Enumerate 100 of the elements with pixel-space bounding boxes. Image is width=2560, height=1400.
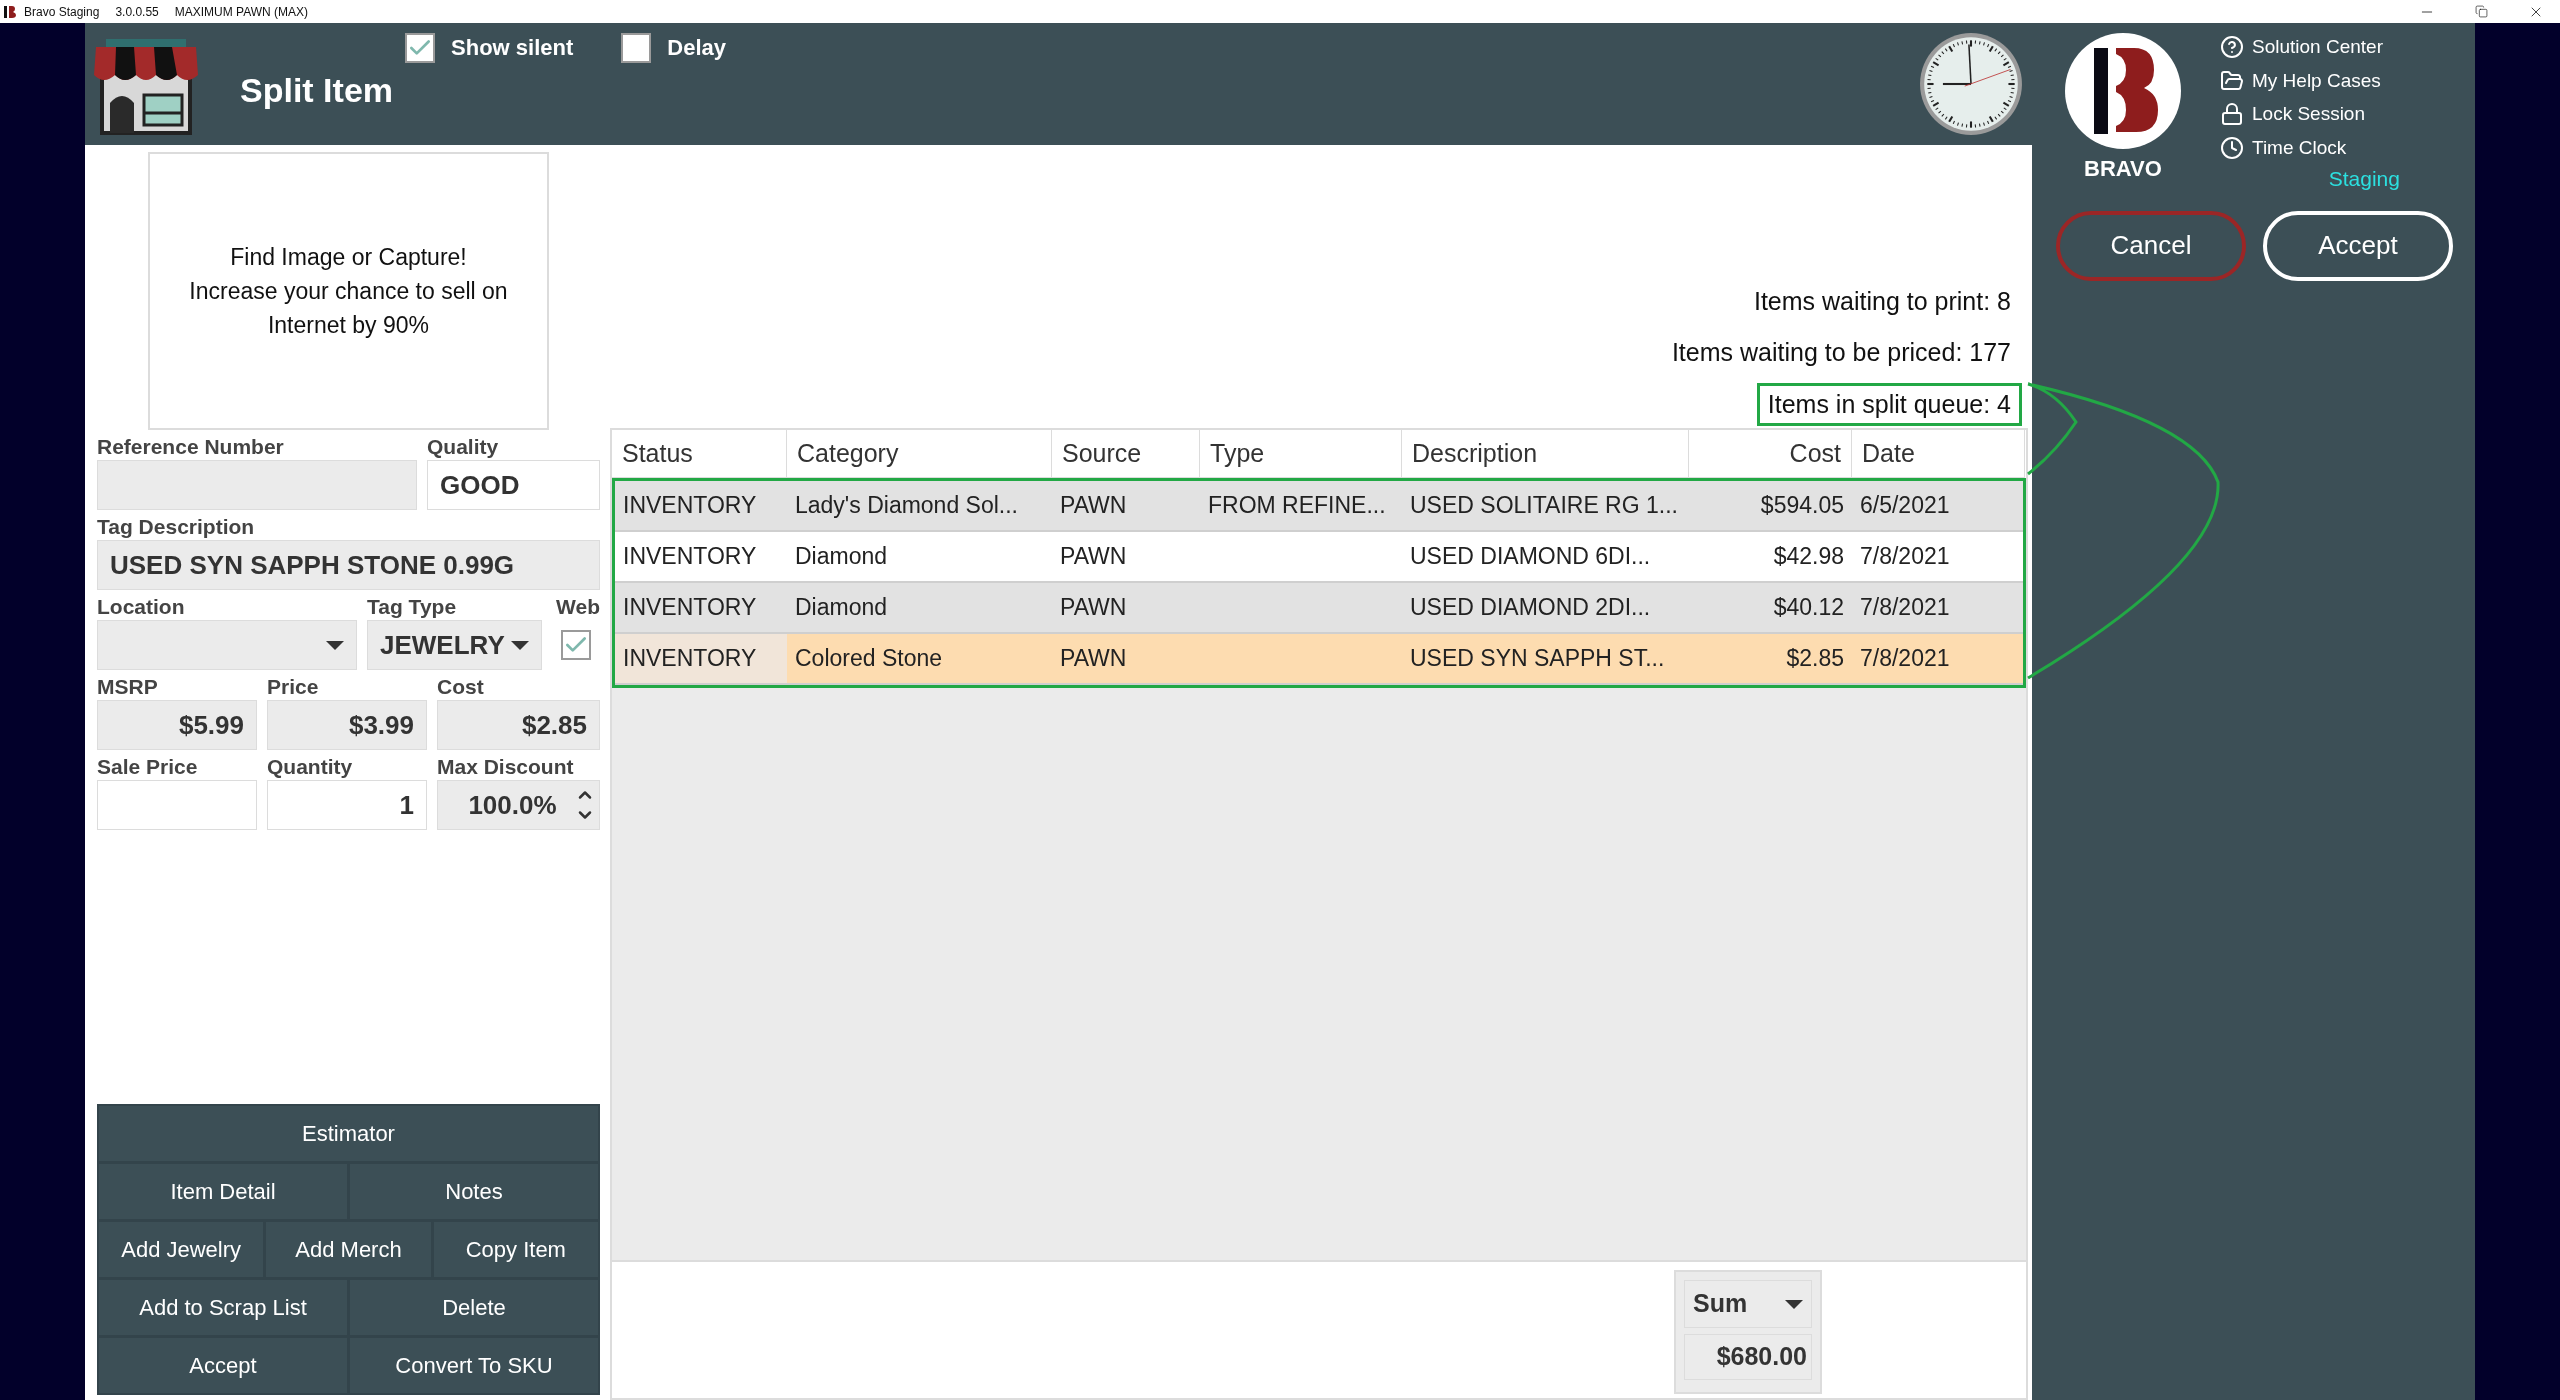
input-field[interactable]: GOOD bbox=[427, 460, 600, 510]
toggle-checkbox[interactable] bbox=[405, 32, 436, 63]
table-cell-text: Lady's Diamond Sol... bbox=[794, 491, 1019, 521]
column-header[interactable]: Type bbox=[1200, 430, 1402, 478]
table-cell-text: Colored Stone bbox=[794, 644, 944, 674]
field-label: Quality bbox=[427, 434, 500, 460]
restore-icon[interactable] bbox=[2475, 5, 2488, 18]
column-header[interactable]: Description bbox=[1402, 430, 1689, 478]
action-button[interactable]: Add Merch bbox=[266, 1222, 431, 1277]
column-header[interactable]: Status bbox=[612, 430, 787, 478]
field-label: Reference Number bbox=[97, 434, 285, 460]
help-link[interactable]: Time Clock bbox=[2220, 133, 2383, 162]
accept-button[interactable]: Accept bbox=[2263, 210, 2453, 281]
input-field[interactable] bbox=[97, 780, 257, 830]
page-title: Split Item bbox=[240, 70, 394, 111]
action-button[interactable]: Notes bbox=[350, 1164, 598, 1219]
action-button[interactable]: Delete bbox=[350, 1280, 598, 1335]
action-button[interactable]: Add to Scrap List bbox=[99, 1280, 347, 1335]
company-name: MAXIMUM PAWN (MAX) bbox=[174, 3, 309, 21]
table-cell-text: PAWN bbox=[1059, 593, 1128, 623]
table-cell-text: Diamond bbox=[794, 593, 889, 623]
caret-icon bbox=[326, 640, 344, 650]
action-button[interactable]: Estimator bbox=[99, 1106, 598, 1161]
field-label: Quantity bbox=[267, 754, 354, 780]
field-label: Location bbox=[97, 594, 186, 620]
action-button[interactable]: Add Jewelry bbox=[99, 1222, 264, 1277]
environment-label: Staging bbox=[2328, 166, 2400, 192]
help-link[interactable]: Solution Center bbox=[2220, 33, 2383, 62]
action-button[interactable]: Copy Item bbox=[433, 1222, 598, 1277]
field-label: MSRP bbox=[97, 674, 159, 700]
table-cell-text: FROM REFINE... bbox=[1207, 491, 1387, 521]
table-row[interactable]: INVENTORY Diamond PAWN USED DIAMOND 2DI... $40.12 7/8/2021 bbox=[615, 583, 2023, 634]
table-cell-text: $594.05 bbox=[1759, 491, 1845, 521]
table-cell-text: Diamond bbox=[794, 542, 889, 572]
column-header[interactable]: Source bbox=[1052, 430, 1200, 478]
action-button[interactable]: Convert To SKU bbox=[350, 1338, 598, 1393]
queue-counter: Items in split queue: 4 bbox=[1756, 382, 2022, 426]
table-row[interactable]: INVENTORY Colored Stone PAWN USED SYN SAPPH ST... $2.85 7/8/2021 bbox=[615, 634, 2023, 685]
table-cell-text: USED SYN SAPPH ST... bbox=[1409, 644, 1666, 674]
help-icon bbox=[2220, 35, 2244, 60]
app-name: Bravo Staging bbox=[24, 3, 100, 21]
app-icon bbox=[4, 4, 16, 19]
input-field[interactable]: $5.99 bbox=[97, 700, 257, 750]
clock-icon bbox=[1919, 32, 2023, 136]
image-placeholder[interactable]: Find Image or Capture! Increase your chance to sell on Internet by 90% bbox=[148, 152, 549, 430]
action-button[interactable]: Accept bbox=[99, 1338, 347, 1393]
table-cell: INVENTORY bbox=[615, 634, 787, 683]
dropdown-field[interactable]: JEWELRY bbox=[367, 620, 542, 670]
column-header[interactable]: Date bbox=[1852, 430, 2025, 478]
dropdown-field[interactable] bbox=[97, 620, 357, 670]
table-cell-text: PAWN bbox=[1059, 644, 1128, 674]
input-field[interactable]: 1 bbox=[267, 780, 427, 830]
action-button[interactable]: Item Detail bbox=[99, 1164, 347, 1219]
spinner-field[interactable]: 100.0% bbox=[437, 780, 600, 830]
brand-name: BRAVO bbox=[2084, 155, 2162, 183]
toggle-checkbox[interactable] bbox=[621, 32, 652, 63]
table-cell-text: 7/8/2021 bbox=[1859, 644, 1951, 674]
table-cell-text: PAWN bbox=[1059, 542, 1128, 572]
toggle-label: Show silent bbox=[451, 34, 574, 62]
table-cell-text: PAWN bbox=[1059, 491, 1128, 521]
summary-value: $680.00 bbox=[1684, 1334, 1812, 1380]
summary-dropdown[interactable]: Sum bbox=[1684, 1280, 1812, 1328]
table-row[interactable]: INVENTORY Diamond PAWN USED DIAMOND 6DI... $42.98 7/8/2021 bbox=[615, 532, 2023, 583]
table-cell-text: $2.85 bbox=[1785, 644, 1845, 674]
column-header[interactable]: Category bbox=[787, 430, 1052, 478]
help-link[interactable]: My Help Cases bbox=[2220, 66, 2383, 95]
field-label: Price bbox=[267, 674, 320, 700]
input-field[interactable]: $2.85 bbox=[437, 700, 600, 750]
input-field[interactable]: USED SYN SAPPH STONE 0.99G bbox=[97, 540, 600, 590]
table-cell-text: USED DIAMOND 2DI... bbox=[1409, 593, 1652, 623]
field-label: Cost bbox=[437, 674, 485, 700]
app-version: 3.0.0.55 bbox=[115, 3, 159, 21]
table-row[interactable]: INVENTORY Lady's Diamond Sol... PAWN FROM REFINE... USED SOLITAIRE RG 1... $594.05 6/5/2021 bbox=[615, 481, 2023, 532]
store-icon bbox=[92, 39, 200, 135]
field-label: Tag Description bbox=[97, 514, 256, 540]
help-link[interactable]: Lock Session bbox=[2220, 100, 2383, 129]
caret-icon bbox=[511, 640, 529, 650]
field-label: Web bbox=[555, 594, 600, 620]
table-cell-text: 7/8/2021 bbox=[1859, 593, 1951, 623]
column-header[interactable]: Cost bbox=[1689, 430, 1852, 478]
table-cell-text: INVENTORY bbox=[622, 491, 758, 521]
field-label: Sale Price bbox=[97, 754, 199, 780]
caret-icon bbox=[1785, 1299, 1803, 1309]
web-checkbox[interactable] bbox=[561, 630, 591, 660]
toggle-label: Delay bbox=[667, 34, 726, 62]
table-cell-text: $42.98 bbox=[1772, 542, 1845, 572]
table-cell-text: INVENTORY bbox=[622, 542, 758, 572]
input-field[interactable]: $3.99 bbox=[267, 700, 427, 750]
image-prompt: Find Image or Capture! Increase your chance to sell on Internet by 90% bbox=[188, 243, 509, 340]
table-cell-text: 7/8/2021 bbox=[1859, 542, 1951, 572]
input-field[interactable] bbox=[97, 460, 417, 510]
table-cell-text: 6/5/2021 bbox=[1859, 491, 1951, 521]
field-label: Max Discount bbox=[437, 754, 575, 780]
table-cell-text: $40.12 bbox=[1772, 593, 1845, 623]
folder-icon bbox=[2220, 68, 2244, 93]
queue-counter: Items waiting to be priced: 177 bbox=[1670, 337, 2012, 368]
table-cell-text: USED DIAMOND 6DI... bbox=[1409, 542, 1652, 572]
lock-icon bbox=[2220, 102, 2244, 127]
queue-counter: Items waiting to print: 8 bbox=[1752, 285, 2012, 317]
cancel-button[interactable]: Cancel bbox=[2056, 210, 2246, 281]
